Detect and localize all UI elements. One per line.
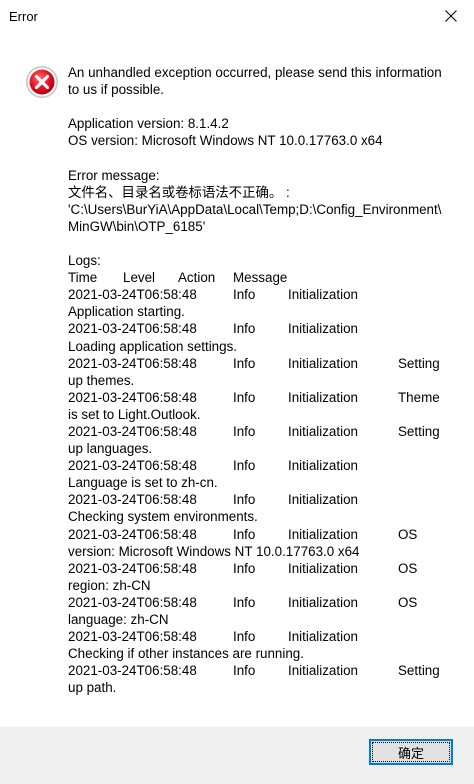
log-time: 2021-03-24T06:58:48	[68, 389, 197, 405]
log-entry-row: 2021-03-24T06:58:48 Info Initialization The…	[68, 389, 463, 406]
log-list: 2021-03-24T06:58:48 Info Initialization App…	[68, 286, 463, 696]
log-time: 2021-03-24T06:58:48	[68, 458, 197, 474]
log-action: Initialization	[288, 355, 358, 371]
log-level: Info	[233, 423, 256, 439]
log-time: 2021-03-24T06:58:48	[68, 423, 197, 439]
dialog-footer: 确定	[0, 727, 474, 784]
log-time: 2021-03-24T06:58:48	[68, 287, 197, 303]
error-message-line: MinGW\bin\OTP_6185'	[68, 218, 206, 234]
log-message-continuation: Application starting.	[68, 304, 185, 320]
logs-label: Logs:	[68, 253, 101, 269]
os-version: OS version: Microsoft Windows NT 10.0.17…	[68, 133, 383, 149]
log-message-continuation: version: Microsoft Windows NT 10.0.17763…	[68, 543, 360, 559]
log-message: OS	[398, 560, 418, 576]
log-message-continuation: up languages.	[68, 441, 153, 457]
error-icon	[26, 66, 58, 98]
log-message: Theme	[398, 389, 440, 405]
log-entry-row: 2021-03-24T06:58:48 Info Initialization OS	[68, 526, 463, 543]
log-time: 2021-03-24T06:58:48	[68, 355, 197, 371]
log-entry-row: 2021-03-24T06:58:48 Info Initialization	[68, 491, 463, 508]
message-line: An unhandled exception occurred, please …	[68, 65, 442, 80]
log-entry-row: 2021-03-24T06:58:48 Info Initialization	[68, 628, 463, 645]
log-level: Info	[233, 458, 256, 474]
log-level: Info	[233, 492, 256, 508]
log-message-continuation: language: zh-CN	[68, 612, 169, 627]
error-details: An unhandled exception occurred, please …	[68, 64, 463, 696]
title-bar[interactable]: Error	[0, 0, 474, 31]
log-entry-row: 2021-03-24T06:58:48 Info Initialization Set…	[68, 662, 463, 679]
ok-button-label: 确定	[372, 742, 450, 762]
log-entry-row: 2021-03-24T06:58:48 Info Initialization	[68, 457, 463, 474]
app-version: Application version: 8.1.4.2	[68, 116, 229, 132]
log-message: OS	[398, 594, 418, 610]
log-action: Initialization	[288, 560, 358, 576]
window-title: Error	[9, 9, 38, 24]
log-level: Info	[233, 287, 256, 303]
log-header: Message	[233, 270, 288, 286]
log-header: Level	[123, 270, 156, 286]
log-level: Info	[233, 663, 256, 679]
close-button[interactable]	[428, 0, 474, 31]
error-message-line: 文件名、目录名或卷标语法不正确。 :	[68, 184, 290, 200]
log-message: Setting	[398, 423, 440, 439]
log-time: 2021-03-24T06:58:48	[68, 629, 197, 645]
log-action: Initialization	[288, 389, 358, 405]
log-level: Info	[233, 594, 256, 610]
close-icon	[445, 9, 457, 22]
dialog-content: An unhandled exception occurred, please …	[0, 31, 474, 727]
log-action: Initialization	[288, 423, 358, 439]
log-message: Setting	[398, 355, 440, 371]
log-time: 2021-03-24T06:58:48	[68, 560, 197, 576]
log-time: 2021-03-24T06:58:48	[68, 321, 197, 337]
message-line: to us if possible.	[68, 82, 165, 98]
log-message-continuation: up path.	[68, 680, 117, 696]
log-level: Info	[233, 321, 256, 337]
log-action: Initialization	[288, 492, 358, 508]
log-message-continuation: Loading application settings.	[68, 338, 237, 354]
log-action: Initialization	[288, 629, 358, 645]
log-time: 2021-03-24T06:58:48	[68, 663, 197, 679]
ok-button[interactable]: 确定	[369, 739, 453, 765]
log-header: Time	[68, 270, 98, 286]
log-header-row: Time Level Action Message	[68, 269, 463, 286]
log-entry-row: 2021-03-24T06:58:48 Info Initialization Set…	[68, 423, 463, 440]
log-message-continuation: region: zh-CN	[68, 577, 151, 593]
log-action: Initialization	[288, 287, 358, 303]
log-entry-row: 2021-03-24T06:58:48 Info Initialization	[68, 286, 463, 303]
log-level: Info	[233, 355, 256, 371]
log-level: Info	[233, 526, 256, 542]
log-action: Initialization	[288, 458, 358, 474]
log-entry-row: 2021-03-24T06:58:48 Info Initialization OS	[68, 560, 463, 577]
log-message-continuation: Language is set to zh-cn.	[68, 475, 218, 491]
log-entry-row: 2021-03-24T06:58:48 Info Initialization Set…	[68, 355, 463, 372]
log-message-continuation: up themes.	[68, 372, 135, 388]
log-action: Initialization	[288, 663, 358, 679]
error-message-label: Error message:	[68, 167, 160, 183]
log-message: Setting	[398, 663, 440, 679]
log-action: Initialization	[288, 594, 358, 610]
log-action: Initialization	[288, 321, 358, 337]
log-entry-row: 2021-03-24T06:58:48 Info Initialization OS	[68, 594, 463, 611]
log-time: 2021-03-24T06:58:48	[68, 594, 197, 610]
log-message: OS	[398, 526, 418, 542]
log-message-continuation: is set to Light.Outlook.	[68, 406, 201, 422]
log-message-continuation: Checking system environments.	[68, 509, 258, 525]
error-message-line: 'C:\Users\BurYiA\AppData\Local\Temp;D:\C…	[68, 201, 442, 217]
log-entry-row: 2021-03-24T06:58:48 Info Initialization	[68, 320, 463, 337]
log-level: Info	[233, 560, 256, 576]
log-message-continuation: Checking if other instances are running.	[68, 646, 304, 662]
log-action: Initialization	[288, 526, 358, 542]
log-header: Action	[178, 270, 216, 286]
log-level: Info	[233, 389, 256, 405]
log-time: 2021-03-24T06:58:48	[68, 492, 197, 508]
log-level: Info	[233, 629, 256, 645]
log-time: 2021-03-24T06:58:48	[68, 526, 197, 542]
